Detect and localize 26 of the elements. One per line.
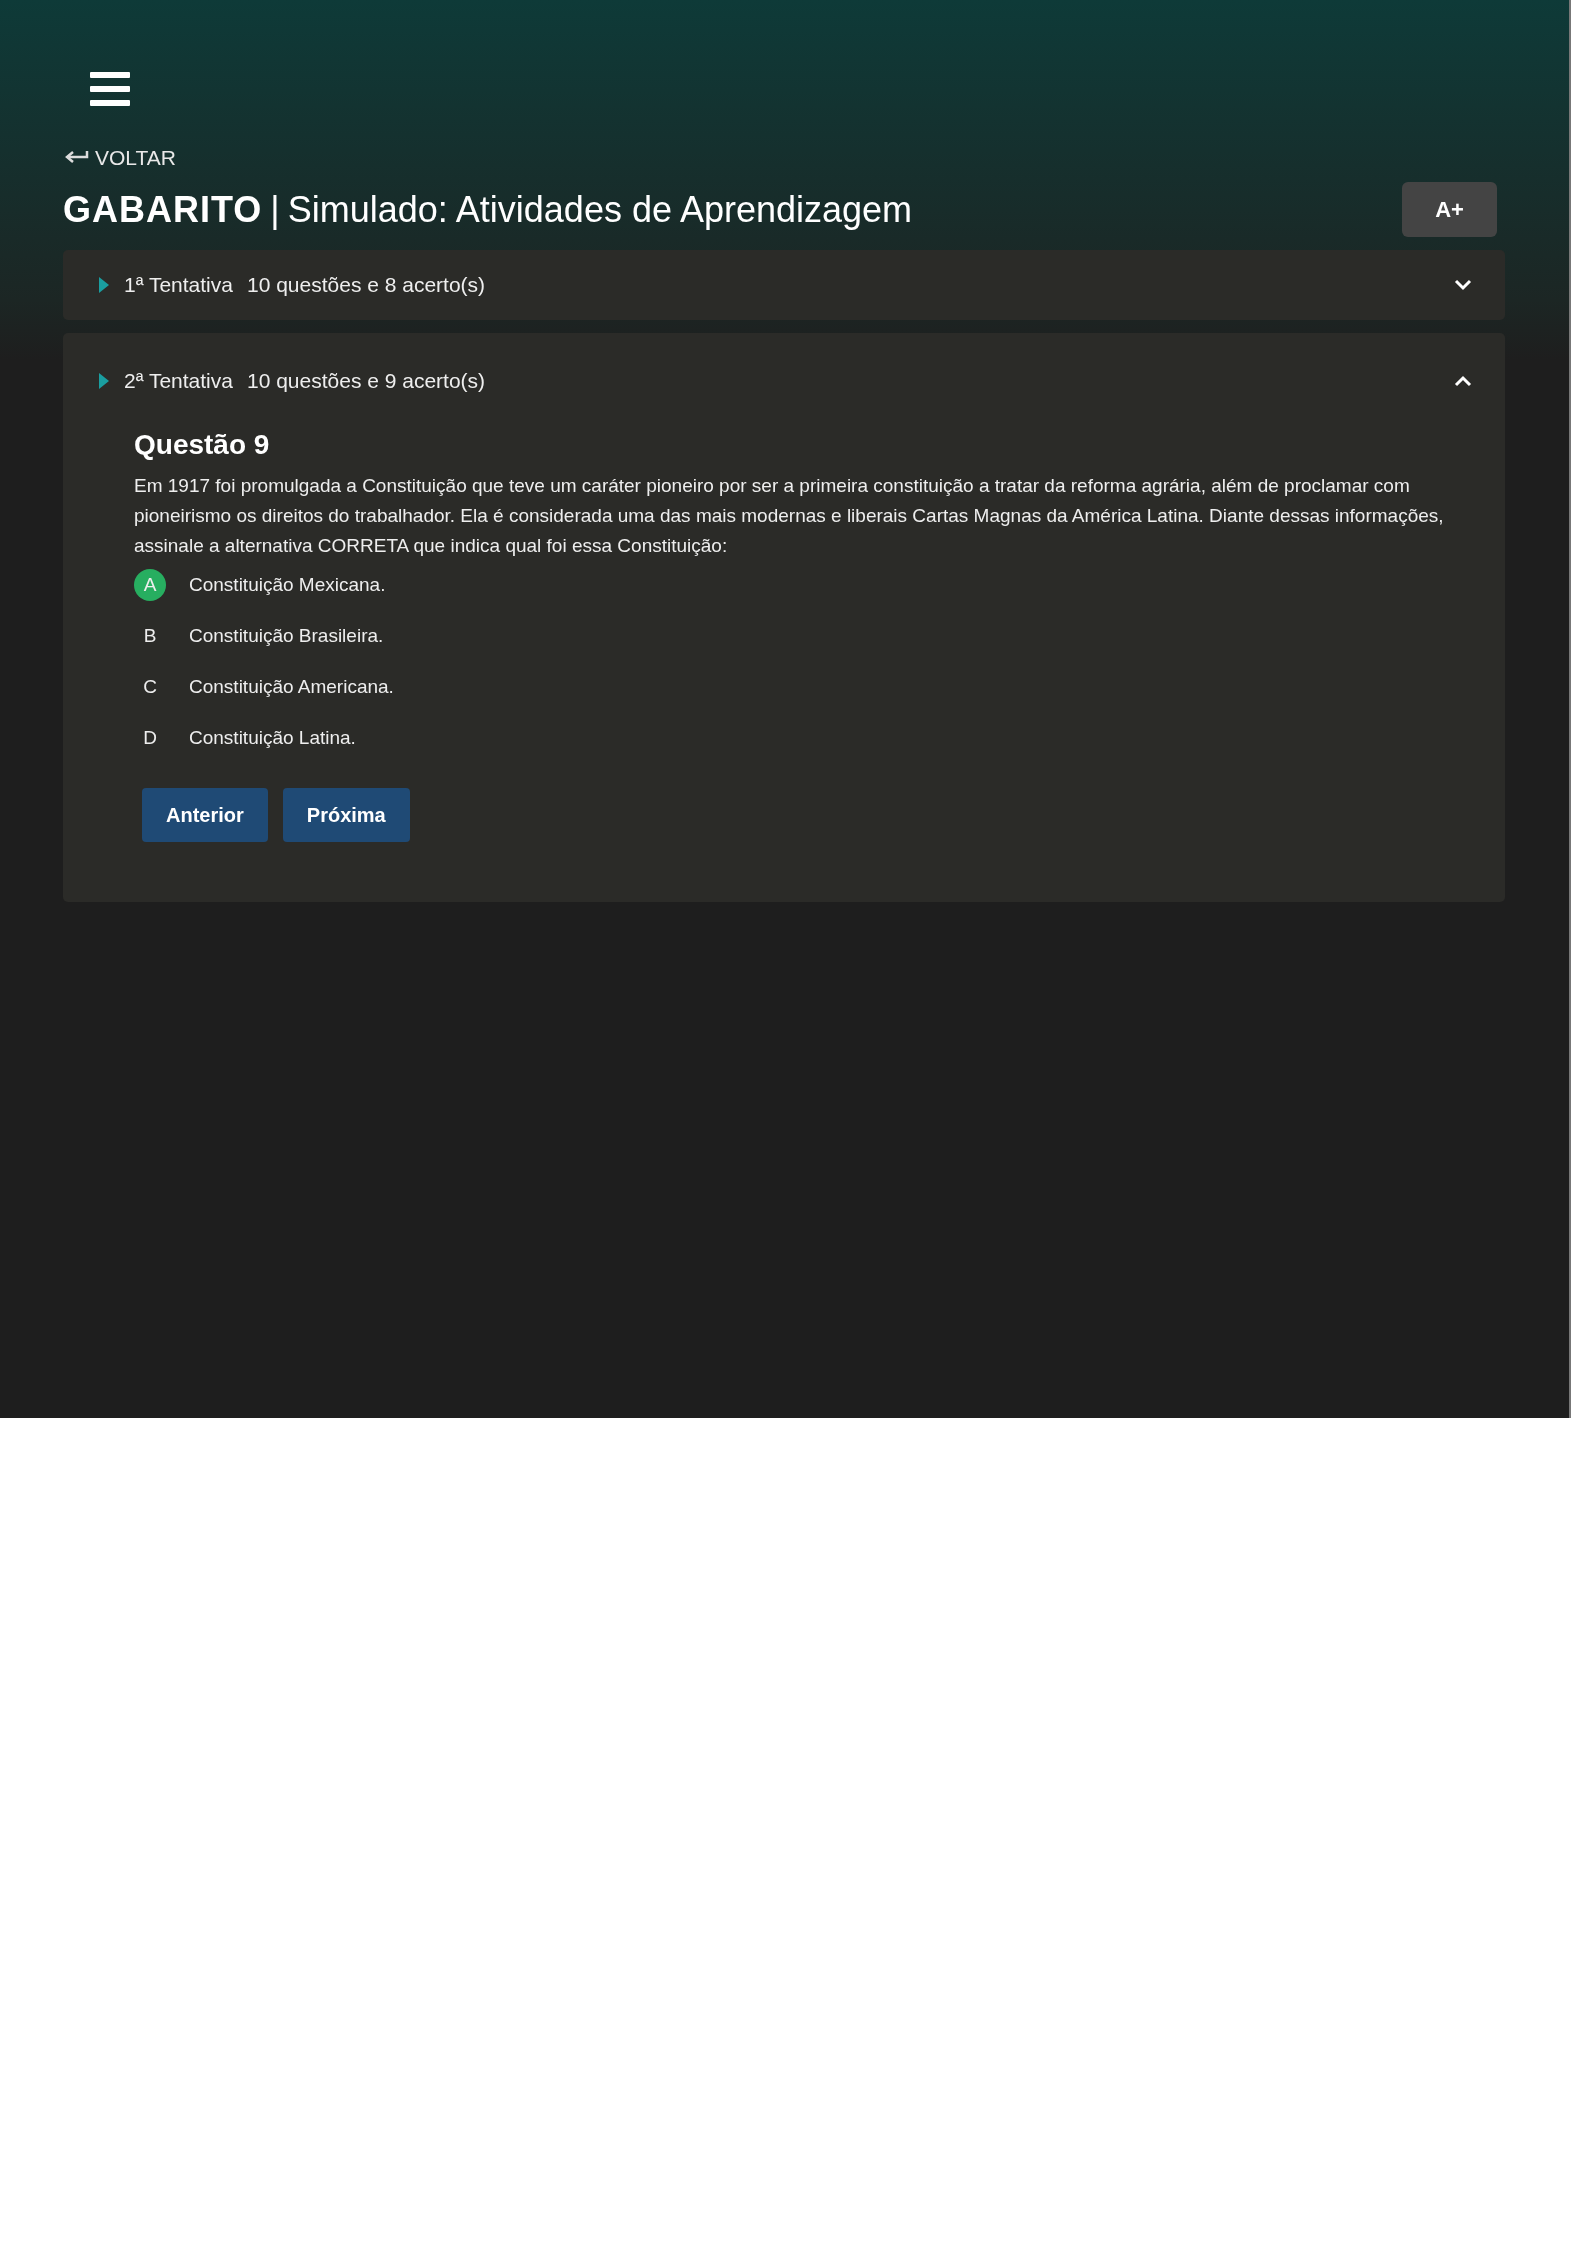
chevron-up-icon[interactable] [1454,375,1472,387]
back-link[interactable]: VOLTAR [63,146,176,170]
caret-icon [99,277,109,293]
correct-answer-badge: A [134,568,166,601]
option-letter: C [142,674,158,699]
font-size-button[interactable]: A+ [1402,182,1497,237]
menu-icon[interactable] [90,70,130,108]
next-button[interactable]: Próxima [282,788,410,842]
answer-key-label: GABARITO [63,188,263,231]
chevron-down-icon[interactable] [1454,279,1472,291]
question-text: Em 1917 foi promulgada a Constituição que teve um caráter pioneiro por ser a primeira constituição a tratar da reforma agrária, além de proclamar com pioneirismo os direitos do trabalhador. Ela é considerada uma das mais modernas e liberais Cartas Magnas da América Latina. Diante dessas informações, assinale a alternativa CORRETA que indica qual foi essa Constituição: [134,474,1445,558]
option-text: Constituição Latina. [189,726,356,749]
question-title: Questão 9 [134,429,271,461]
option-letter: B [142,623,158,648]
option-text: Constituição Brasileira. [189,624,384,647]
attempt-summary: 10 questões e 9 acerto(s) [246,369,486,393]
option-text: Constituição Americana. [189,675,394,698]
page-title: Simulado: Atividades de Aprendizagem [287,188,913,231]
option-text: Constituição Mexicana. [189,573,386,596]
caret-icon [99,373,109,389]
title-separator: | [270,188,280,231]
attempt-summary: 10 questões e 8 acerto(s) [246,273,486,297]
attempt-title: 2ª Tentativa [124,369,233,393]
previous-button[interactable]: Anterior [142,788,268,842]
attempt-title: 1ª Tentativa [124,273,233,297]
option-letter: D [142,725,158,750]
